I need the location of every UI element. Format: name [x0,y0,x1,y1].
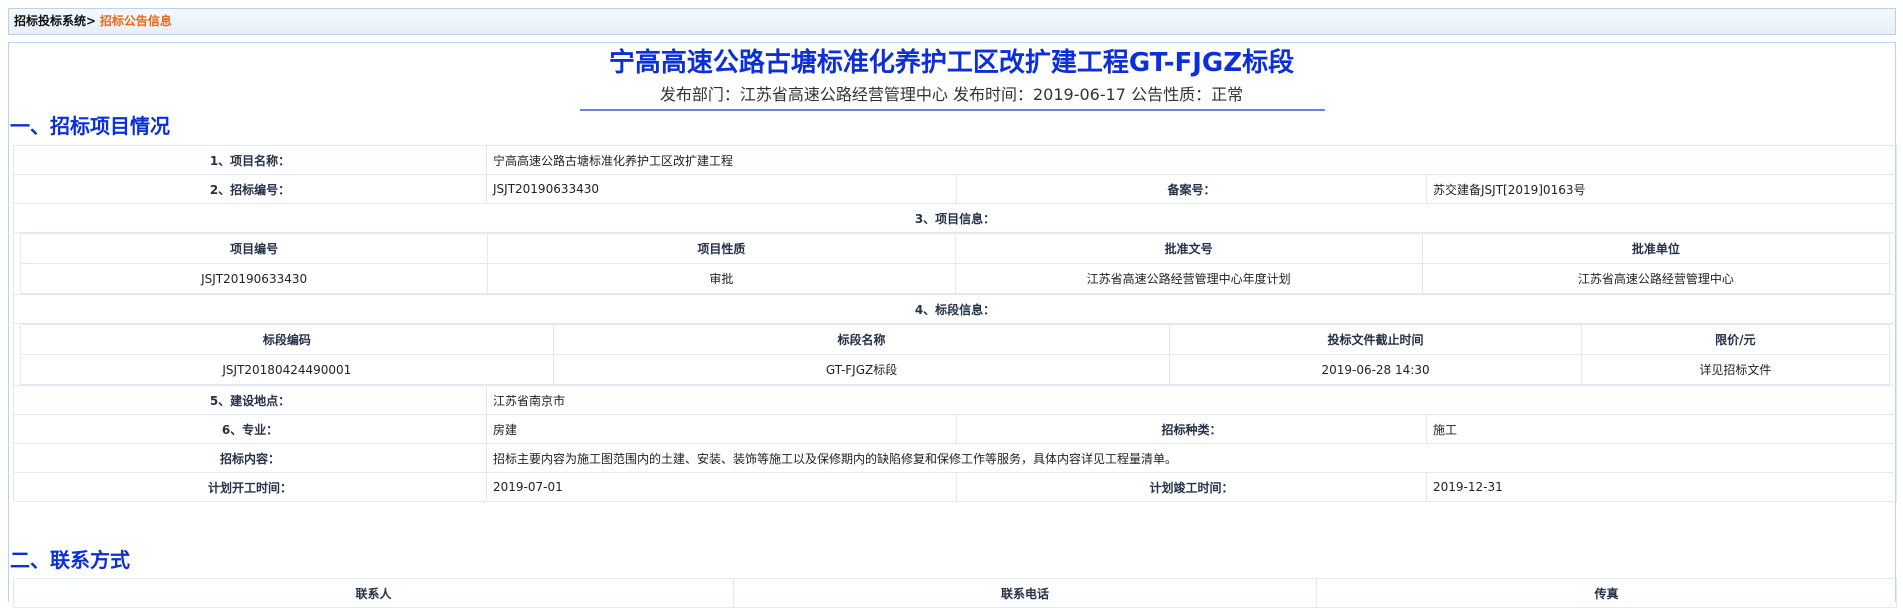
table-row: 联系人 联系电话 传真 [13,578,1897,608]
column-header: 项目编号 [19,233,489,264]
column-header: 项目性质 [487,233,956,264]
table-cell: JSJT20190633430 [19,263,489,294]
project-name-value: 宁高高速公路古塘标准化养护工区改扩建工程 [485,145,1898,175]
specialty-value: 房建 [486,414,957,444]
section-info-subtable: 标段编码 标段名称 投标文件截止时间 限价/元 JSJT201804244900… [20,324,1891,385]
column-header: 批准单位 [1421,233,1891,264]
breadcrumb: 招标投标系统> 招标公告信息 [8,8,1896,35]
page-title: 宁高高速公路古塘标准化养护工区改扩建工程GT-FJGZ标段 [608,48,1295,78]
table-cell: 江苏省高速公路经营管理中心年度计划 [954,263,1423,294]
column-header: 联系电话 [733,578,1317,608]
table-row: JSJT20190633430 审批 江苏省高速公路经营管理中心年度计划 江苏省… [19,263,1891,294]
breadcrumb-current: 招标公告信息 [99,14,172,28]
table-row: 招标内容： 招标主要内容为施工图范围内的土建、安装、装饰等施工以及保修期内的缺陷… [13,443,1898,473]
table-row: 1、项目名称： 宁高高速公路古塘标准化养护工区改扩建工程 [13,145,1898,175]
title-underline [580,109,1325,111]
column-header: 限价/元 [1580,324,1891,355]
plan-end-value: 2019-12-31 [1425,472,1898,502]
project-info-subtable-cell: 项目编号 项目性质 批准文号 批准单位 JSJT20190633430 审批 江… [12,232,1898,295]
table-row: 标段编码 标段名称 投标文件截止时间 限价/元 [20,324,1891,355]
table-cell: JSJT20180424490001 [20,354,554,385]
project-info-subtable: 项目编号 项目性质 批准文号 批准单位 JSJT20190633430 审批 江… [19,233,1891,294]
section-heading-project: 一、招标项目情况 [10,114,170,138]
project-info-label: 3、项目信息： [12,203,1898,233]
section-heading-contact: 二、联系方式 [10,548,130,572]
plan-start-label: 计划开工时间： [13,472,487,502]
table-cell: 江苏省高速公路经营管理中心 [1421,263,1891,294]
location-value: 江苏省南京市 [485,385,1898,415]
table-row: 4、标段信息： [12,294,1898,324]
column-header: 标段编码 [20,324,554,355]
contact-table: 联系人 联系电话 传真 [13,578,1897,608]
table-cell: 审批 [487,263,956,294]
content-label: 招标内容： [13,443,487,473]
plan-start-value: 2019-07-01 [486,472,957,502]
breadcrumb-root-link[interactable]: 招标投标系统 [14,14,86,28]
project-name-label: 1、项目名称： [13,145,487,175]
table-row: 项目编号 项目性质 批准文号 批准单位 JSJT20190633430 审批 江… [12,232,1898,295]
table-row: JSJT20180424490001 GT-FJGZ标段 2019-06-28 … [20,354,1891,385]
section-info-subtable-cell: 标段编码 标段名称 投标文件截止时间 限价/元 JSJT201804244900… [12,323,1898,386]
project-info-table: 1、项目名称： 宁高高速公路古塘标准化养护工区改扩建工程 2、招标编号： JSJ… [12,145,1898,502]
column-header: 批准文号 [954,233,1423,264]
bid-no-label: 2、招标编号： [13,174,487,204]
breadcrumb-separator: > [86,14,97,28]
table-row: 计划开工时间： 2019-07-01 计划竣工时间： 2019-12-31 [13,472,1898,502]
section-info-label: 4、标段信息： [12,294,1898,324]
table-cell: GT-FJGZ标段 [552,354,1171,385]
record-no-value: 苏交建备JSJT[2019]0163号 [1425,174,1898,204]
table-row: 3、项目信息： [12,203,1898,233]
location-label: 5、建设地点： [13,385,487,415]
column-header: 传真 [1316,578,1897,608]
table-row: 项目编号 项目性质 批准文号 批准单位 [19,233,1891,264]
content-value: 招标主要内容为施工图范围内的土建、安装、装饰等施工以及保修期内的缺陷修复和保修工… [485,443,1898,473]
table-row: 6、专业： 房建 招标种类： 施工 [13,414,1898,444]
column-header: 投标文件截止时间 [1169,324,1582,355]
bid-no-value: JSJT20190633430 [486,174,957,204]
record-no-label: 备案号： [956,174,1427,204]
column-header: 标段名称 [552,324,1171,355]
plan-end-label: 计划竣工时间： [956,472,1427,502]
column-header: 联系人 [13,578,734,608]
specialty-label: 6、专业： [13,414,487,444]
table-cell: 2019-06-28 14:30 [1169,354,1582,385]
publish-meta: 发布部门：江苏省高速公路经营管理中心 发布时间：2019-06-17 公告性质：… [659,85,1244,104]
bid-type-label: 招标种类： [956,414,1427,444]
bid-type-value: 施工 [1425,414,1898,444]
table-cell: 详见招标文件 [1580,354,1891,385]
table-row: 2、招标编号： JSJT20190633430 备案号： 苏交建备JSJT[20… [13,174,1898,204]
table-row: 5、建设地点： 江苏省南京市 [13,385,1898,415]
table-row: 标段编码 标段名称 投标文件截止时间 限价/元 JSJT201804244900… [12,323,1898,386]
